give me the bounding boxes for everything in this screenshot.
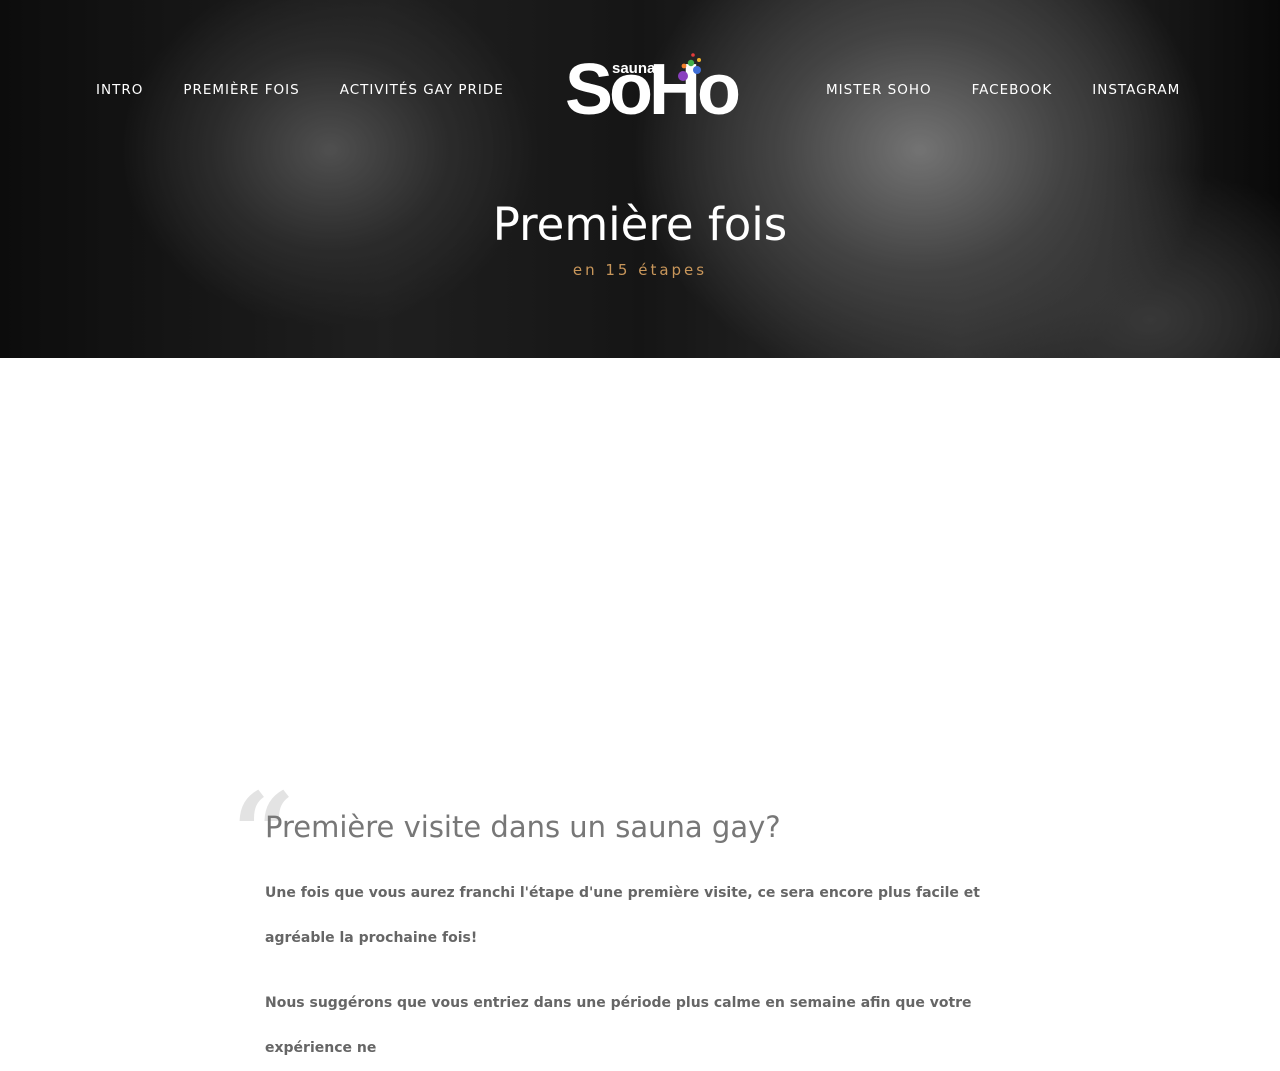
logo[interactable]: SoHo sauna	[565, 50, 770, 130]
main-nav-left: INTRO PREMIÈRE FOIS ACTIVITÉS GAY PRIDE	[96, 82, 544, 98]
nav-premiere-fois[interactable]: PREMIÈRE FOIS	[183, 82, 299, 98]
page-title: Première fois	[492, 198, 788, 251]
suggestion-paragraph: Nous suggérons que vous entriez dans une…	[265, 995, 972, 1056]
page-subtitle: en 15 étapes	[572, 261, 708, 279]
main-nav-right: MISTER SOHO FACEBOOK INSTAGRAM	[826, 82, 1220, 98]
nav-activites-gay-pride[interactable]: ACTIVITÉS GAY PRIDE	[340, 82, 504, 98]
logo-small-text: sauna	[612, 60, 656, 77]
nav-mister-soho[interactable]: MISTER SOHO	[826, 82, 932, 98]
logo-dots-icon	[678, 53, 701, 81]
nav-facebook[interactable]: FACEBOOK	[972, 82, 1053, 98]
intro-paragraph: Une fois que vous aurez franchi l'étape …	[265, 885, 980, 946]
nav-intro[interactable]: INTRO	[96, 82, 143, 98]
nav-instagram[interactable]: INSTAGRAM	[1092, 82, 1180, 98]
section-title: Première visite dans un sauna gay?	[265, 810, 781, 844]
hero-banner: INTRO PREMIÈRE FOIS ACTIVITÉS GAY PRIDE …	[0, 0, 1280, 358]
